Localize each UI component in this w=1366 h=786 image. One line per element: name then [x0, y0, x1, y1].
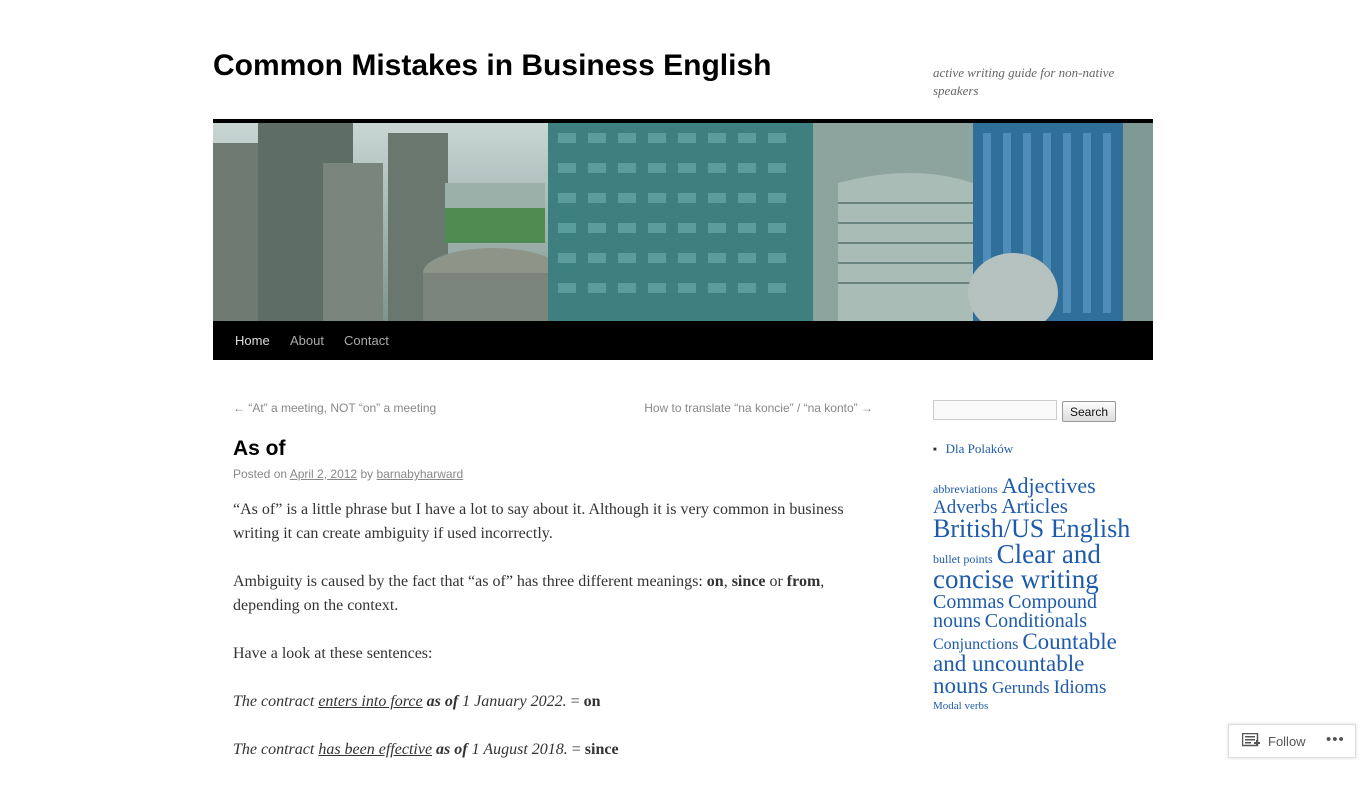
previous-post-title: “At” a meeting, NOT “on” a meeting	[248, 401, 437, 415]
left-arrow-icon: ←	[233, 401, 245, 415]
tag-link[interactable]: Idioms	[1054, 677, 1107, 698]
site-tagline: active writing guide for non-native spea…	[933, 65, 1115, 98]
site-title[interactable]: Common Mistakes in Business English	[213, 49, 771, 83]
ex1-text: The contract	[233, 693, 319, 710]
follow-label: Follow	[1268, 734, 1306, 749]
ex2-date: 1 August 2018.	[467, 741, 568, 758]
by-label: by	[360, 467, 374, 481]
tag-link[interactable]: Modal verbs	[933, 700, 988, 712]
post-date-link[interactable]: April 2, 2012	[290, 467, 357, 481]
right-arrow-icon: →	[861, 401, 873, 415]
p2-text: Ambiguity is caused by the fact that “as…	[233, 573, 707, 590]
tag-link[interactable]: Clear and concise writing	[933, 539, 1101, 595]
ex1-meaning: on	[583, 693, 601, 710]
p2-comma: ,	[723, 573, 732, 590]
more-options-icon[interactable]: •••	[1326, 731, 1345, 748]
post-title[interactable]: As of	[233, 437, 286, 461]
search-input[interactable]	[933, 400, 1057, 420]
p2-or: or	[765, 573, 787, 590]
header-image	[213, 119, 1153, 321]
ex2-text: The contract	[233, 741, 319, 758]
nav-home[interactable]: Home	[235, 321, 270, 360]
category-list: Dla Polaków	[933, 441, 1014, 457]
ex1-as-of: as of	[426, 693, 459, 710]
tag-link[interactable]: abbreviations	[933, 482, 998, 496]
post-content: “As of” is a little phrase but I have a …	[233, 498, 873, 786]
ex1-underlined: enters into force	[318, 693, 423, 710]
previous-post-link[interactable]: ← “At” a meeting, NOT “on” a meeting	[233, 401, 436, 415]
example-1: The contract enters into force as of 1 J…	[233, 690, 873, 714]
paragraph-1: “As of” is a little phrase but I have a …	[233, 501, 844, 542]
ex2-equals: =	[567, 741, 585, 758]
ex1-date: 1 January 2022.	[458, 693, 567, 710]
follow-button[interactable]: Follow •••	[1228, 724, 1356, 758]
example-2: The contract has been effective as of 1 …	[233, 738, 873, 762]
header-cityscape-image	[213, 123, 1153, 321]
ex2-as-of: as of	[436, 741, 468, 758]
next-post-title: How to translate “na koncie” / “na konto…	[644, 401, 858, 415]
next-post-link[interactable]: How to translate “na koncie” / “na konto…	[644, 401, 873, 415]
reader-follow-icon	[1242, 733, 1260, 747]
paragraph-3: Have a look at these sentences:	[233, 645, 433, 662]
ex1-equals: =	[566, 693, 584, 710]
posted-on-label: Posted on	[233, 467, 288, 481]
nav-contact[interactable]: Contact	[344, 321, 389, 360]
meaning-since: since	[731, 573, 766, 590]
ex2-underlined: has been effective	[318, 741, 433, 758]
ex2-meaning: since	[584, 741, 619, 758]
search-button[interactable]: Search	[1062, 401, 1117, 422]
author-link[interactable]: barnabyharward	[376, 467, 463, 481]
category-item-dla-polakow[interactable]: Dla Polaków	[933, 441, 1014, 457]
meaning-on: on	[706, 573, 724, 590]
tag-link[interactable]: Gerunds	[992, 678, 1050, 697]
nav-about[interactable]: About	[290, 321, 324, 360]
paragraph-2: Ambiguity is caused by the fact that “as…	[233, 570, 873, 618]
post-meta: Posted on April 2, 2012 by barnabyharwar…	[233, 467, 463, 481]
tag-cloud: abbreviations Adjectives Adverbs Article…	[933, 475, 1133, 712]
meaning-from: from	[786, 573, 821, 590]
main-menu: Home About Contact	[213, 321, 1153, 360]
